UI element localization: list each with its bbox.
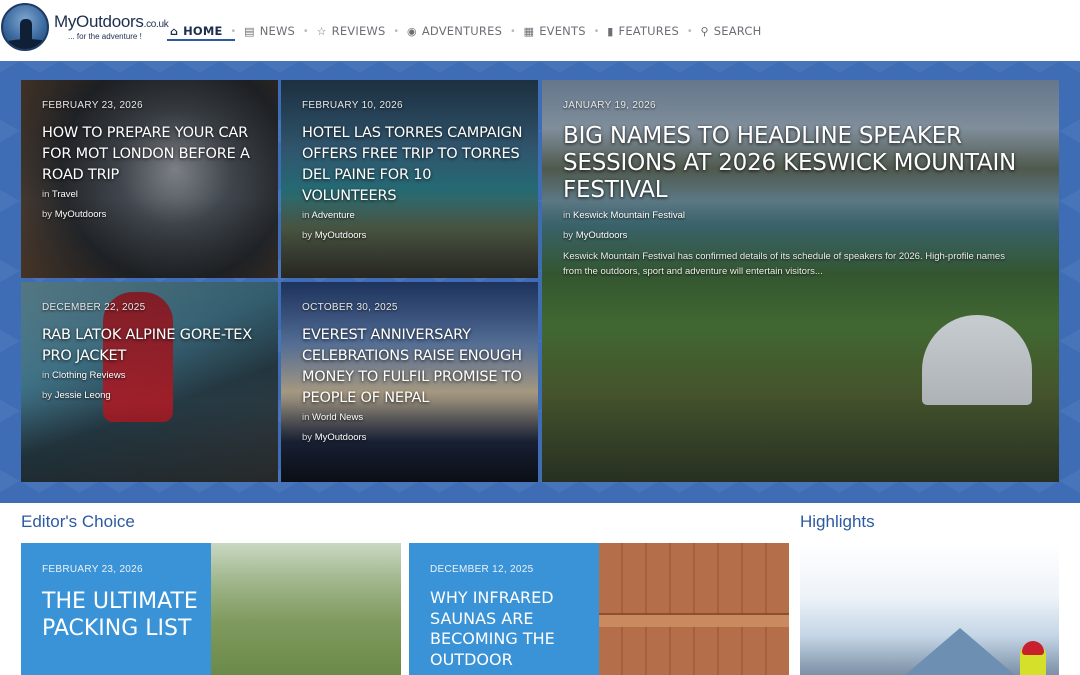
article-date: DECEMBER 22, 2025	[42, 302, 146, 313]
nav-separator: •	[304, 25, 308, 37]
compass-icon: ◉	[407, 24, 417, 38]
site-tagline: ... for the adventure !	[68, 32, 142, 41]
author-link[interactable]: MyOutdoors	[55, 209, 107, 220]
highlights-heading: Highlights	[800, 512, 875, 531]
main-nav: ⌂ HOME • ▤ NEWS • ☆ REVIEWS • ◉ ADVENTURES •…	[170, 22, 761, 40]
article-title[interactable]: RAB LATOK ALPINE GORE-TEX PRO JACKET	[42, 325, 264, 367]
article-author: by MyOutdoors	[42, 209, 107, 220]
article-author: by MyOutdoors	[302, 432, 367, 443]
nav-events[interactable]: ▦ EVENTS	[524, 22, 586, 40]
author-link[interactable]: MyOutdoors	[576, 230, 628, 241]
logo-hiker-icon[interactable]	[1, 3, 49, 51]
editors-choice-card[interactable]: FEBRUARY 23, 2026 THE ULTIMATE PACKING L…	[21, 543, 401, 675]
calendar-icon: ▦	[523, 24, 535, 38]
nav-separator: •	[394, 25, 398, 37]
editors-choice-heading: Editor's Choice	[21, 512, 135, 531]
active-nav-underline	[167, 39, 235, 41]
article-author: by MyOutdoors	[563, 230, 628, 241]
category-link[interactable]: Adventure	[312, 210, 355, 221]
author-link[interactable]: MyOutdoors	[315, 432, 367, 443]
nav-adventures[interactable]: ◉ ADVENTURES	[407, 22, 502, 40]
site-header: MyOutdoors.co.uk ... for the adventure !…	[0, 0, 1080, 60]
card-date: FEBRUARY 23, 2026	[42, 564, 143, 575]
nav-search[interactable]: ⚲ SEARCH	[700, 22, 761, 40]
nav-separator: •	[687, 25, 692, 37]
category-link[interactable]: Travel	[52, 189, 78, 200]
nav-reviews[interactable]: ☆ REVIEWS	[317, 22, 386, 40]
article-title[interactable]: EVEREST ANNIVERSARY CELEBRATIONS RAISE E…	[302, 325, 524, 409]
card-image[interactable]	[211, 543, 401, 675]
article-title[interactable]: HOTEL LAS TORRES CAMPAIGN OFFERS FREE TR…	[302, 123, 524, 207]
ice-peak	[890, 628, 1030, 675]
nav-separator: •	[594, 25, 599, 37]
card-text-panel: FEBRUARY 23, 2026 THE ULTIMATE PACKING L…	[21, 543, 211, 675]
article-excerpt: Keswick Mountain Festival has confirmed …	[563, 251, 1005, 277]
highlight-card-image[interactable]	[800, 543, 1059, 675]
featured-article-2[interactable]: FEBRUARY 10, 2026 HOTEL LAS TORRES CAMPA…	[281, 80, 538, 278]
article-date: OCTOBER 30, 2025	[302, 302, 398, 313]
featured-article-1[interactable]: FEBRUARY 23, 2026 HOW TO PREPARE YOUR CA…	[21, 80, 278, 278]
article-title[interactable]: BIG NAMES TO HEADLINE SPEAKER SESSIONS A…	[563, 123, 1019, 204]
card-title[interactable]: THE ULTIMATE PACKING LIST	[42, 588, 205, 642]
featured-article-main[interactable]: JANUARY 19, 2026 BIG NAMES TO HEADLINE S…	[542, 80, 1059, 482]
category-link[interactable]: Clothing Reviews	[52, 370, 125, 381]
article-date: JANUARY 19, 2026	[563, 100, 656, 111]
article-date: FEBRUARY 23, 2026	[42, 100, 143, 111]
author-link[interactable]: Jessie Leong	[55, 390, 111, 401]
article-title[interactable]: HOW TO PREPARE YOUR CAR FOR MOT LONDON B…	[42, 123, 264, 186]
climber-helmet	[1022, 641, 1044, 655]
star-icon: ☆	[316, 24, 327, 38]
card-date: DECEMBER 12, 2025	[430, 564, 534, 575]
article-author: by Jessie Leong	[42, 390, 111, 401]
featured-article-4[interactable]: OCTOBER 30, 2025 EVEREST ANNIVERSARY CEL…	[281, 282, 538, 482]
nav-separator: •	[511, 25, 515, 37]
category-link[interactable]: Keswick Mountain Festival	[573, 210, 685, 221]
article-date: FEBRUARY 10, 2026	[302, 100, 403, 111]
search-icon: ⚲	[700, 24, 709, 38]
featured-article-3[interactable]: DECEMBER 22, 2025 RAB LATOK ALPINE GORE-…	[21, 282, 278, 482]
card-image[interactable]	[599, 543, 789, 675]
card-text-panel: DECEMBER 12, 2025 WHY INFRARED SAUNAS AR…	[409, 543, 599, 675]
article-category: in Clothing Reviews	[42, 370, 126, 381]
category-link[interactable]: World News	[312, 412, 363, 423]
article-category: in Keswick Mountain Festival	[563, 210, 685, 221]
author-link[interactable]: MyOutdoors	[315, 230, 367, 241]
article-category: in Travel	[42, 189, 78, 200]
site-logo-name[interactable]: MyOutdoors.co.uk	[54, 12, 169, 32]
article-category: in Adventure	[302, 210, 355, 221]
nav-news[interactable]: ▤ NEWS	[244, 22, 295, 40]
card-title[interactable]: WHY INFRARED SAUNAS ARE BECOMING THE OUT…	[430, 588, 593, 670]
book-icon: ▮	[607, 24, 614, 38]
sauna-bench	[599, 613, 789, 627]
nav-home[interactable]: ⌂ HOME	[170, 22, 223, 40]
newspaper-icon: ▤	[244, 24, 255, 38]
logo-hiker	[20, 19, 32, 41]
nav-features[interactable]: ▮ FEATURES	[607, 22, 679, 40]
home-icon: ⌂	[170, 24, 179, 38]
article-author: by MyOutdoors	[302, 230, 367, 241]
nav-separator: •	[231, 25, 236, 37]
article-category: in World News	[302, 412, 364, 423]
editors-choice-card[interactable]: DECEMBER 12, 2025 WHY INFRARED SAUNAS AR…	[409, 543, 789, 675]
